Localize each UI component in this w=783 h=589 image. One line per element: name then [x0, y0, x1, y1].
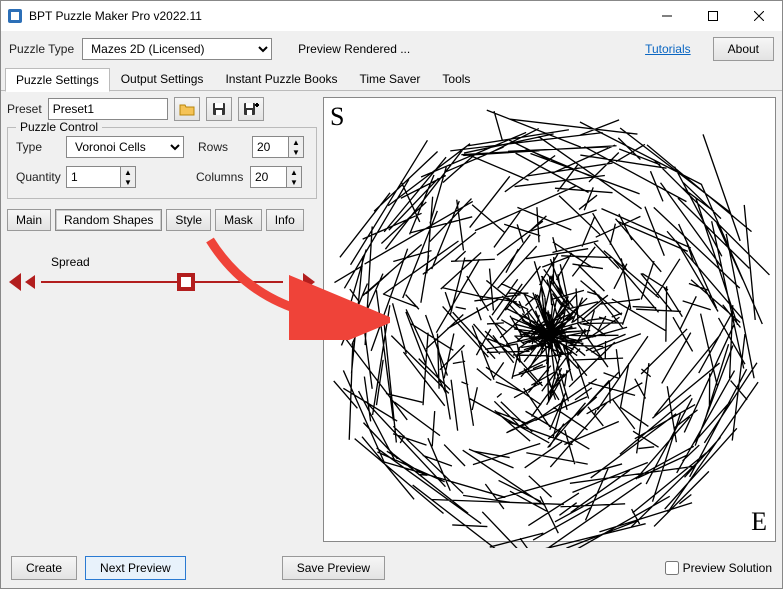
preview-solution-checkbox[interactable]: Preview Solution — [665, 561, 772, 575]
create-button[interactable]: Create — [11, 556, 77, 580]
spread-left-icon[interactable] — [23, 275, 35, 289]
spread-far-right-icon[interactable] — [303, 273, 317, 291]
about-button[interactable]: About — [713, 37, 774, 61]
subtab-info[interactable]: Info — [266, 209, 304, 231]
rows-up-icon[interactable]: ▲ — [289, 137, 303, 147]
next-preview-button[interactable]: Next Preview — [85, 556, 186, 580]
open-preset-button[interactable] — [174, 97, 200, 121]
quantity-stepper[interactable]: ▲▼ — [66, 166, 136, 188]
preset-row: Preset — [7, 97, 317, 121]
preset-input[interactable] — [48, 98, 168, 120]
tab-instant-puzzle-books[interactable]: Instant Puzzle Books — [214, 67, 348, 91]
save-as-preset-button[interactable] — [238, 97, 264, 121]
columns-stepper[interactable]: ▲▼ — [250, 166, 302, 188]
subtab-style[interactable]: Style — [166, 209, 211, 231]
cols-up-icon[interactable]: ▲ — [287, 167, 301, 177]
preview-solution-input[interactable] — [665, 561, 679, 575]
window-title: BPT Puzzle Maker Pro v2022.11 — [29, 9, 644, 23]
rows-down-icon[interactable]: ▼ — [289, 147, 303, 157]
save-preview-button[interactable]: Save Preview — [282, 556, 385, 580]
qty-up-icon[interactable]: ▲ — [121, 167, 135, 177]
qty-down-icon[interactable]: ▼ — [121, 177, 135, 187]
left-panel: Preset Puzzle Control Type Voronoi Cells… — [7, 97, 317, 542]
spread-far-left-icon[interactable] — [7, 273, 21, 291]
cols-down-icon[interactable]: ▼ — [287, 177, 301, 187]
tab-tools[interactable]: Tools — [431, 67, 481, 91]
subtab-random-shapes[interactable]: Random Shapes — [55, 209, 162, 231]
spread-slider[interactable] — [7, 273, 317, 291]
spread-control: Spread — [7, 255, 317, 291]
save-icon — [212, 102, 226, 116]
maximize-icon — [708, 11, 718, 21]
tab-time-saver[interactable]: Time Saver — [349, 67, 432, 91]
tab-strip: Puzzle SettingsOutput SettingsInstant Pu… — [1, 67, 782, 91]
preview-solution-label: Preview Solution — [683, 561, 772, 575]
tab-puzzle-settings[interactable]: Puzzle Settings — [5, 68, 110, 92]
bottom-bar: Create Next Preview Save Preview Preview… — [1, 548, 782, 588]
save-preset-button[interactable] — [206, 97, 232, 121]
type-select[interactable]: Voronoi Cells — [66, 136, 184, 158]
spread-track[interactable] — [41, 281, 283, 283]
subtab-main[interactable]: Main — [7, 209, 51, 231]
preset-label: Preset — [7, 102, 42, 116]
spread-label: Spread — [51, 255, 317, 269]
puzzle-control-legend: Puzzle Control — [16, 120, 102, 134]
rows-label: Rows — [198, 140, 246, 154]
columns-label: Columns — [196, 170, 244, 184]
puzzle-type-label: Puzzle Type — [9, 42, 74, 56]
puzzle-control-group: Puzzle Control Type Voronoi Cells Rows ▲… — [7, 127, 317, 199]
folder-open-icon — [179, 102, 195, 116]
quantity-label: Quantity — [16, 170, 60, 184]
close-icon — [754, 11, 764, 21]
tutorials-link[interactable]: Tutorials — [645, 42, 691, 56]
close-button[interactable] — [736, 1, 782, 31]
maze-image — [324, 98, 775, 548]
preview-pane: S E — [323, 97, 776, 542]
minimize-icon — [662, 11, 672, 21]
spread-right-icon[interactable] — [289, 275, 301, 289]
rows-stepper[interactable]: ▲▼ — [252, 136, 304, 158]
preview-status: Preview Rendered ... — [298, 42, 410, 56]
spread-thumb[interactable] — [177, 273, 195, 291]
app-icon — [7, 8, 23, 24]
main-toolbar: Puzzle Type Mazes 2D (Licensed) Preview … — [1, 31, 782, 67]
type-label: Type — [16, 140, 60, 154]
maximize-button[interactable] — [690, 1, 736, 31]
titlebar: BPT Puzzle Maker Pro v2022.11 — [1, 1, 782, 31]
puzzle-type-select[interactable]: Mazes 2D (Licensed) — [82, 38, 272, 60]
content-area: Preset Puzzle Control Type Voronoi Cells… — [1, 91, 782, 548]
save-plus-icon — [243, 102, 259, 116]
minimize-button[interactable] — [644, 1, 690, 31]
tab-output-settings[interactable]: Output Settings — [110, 67, 215, 91]
subtab-mask[interactable]: Mask — [215, 209, 262, 231]
sub-tab-strip: MainRandom ShapesStyleMaskInfo — [7, 209, 317, 231]
